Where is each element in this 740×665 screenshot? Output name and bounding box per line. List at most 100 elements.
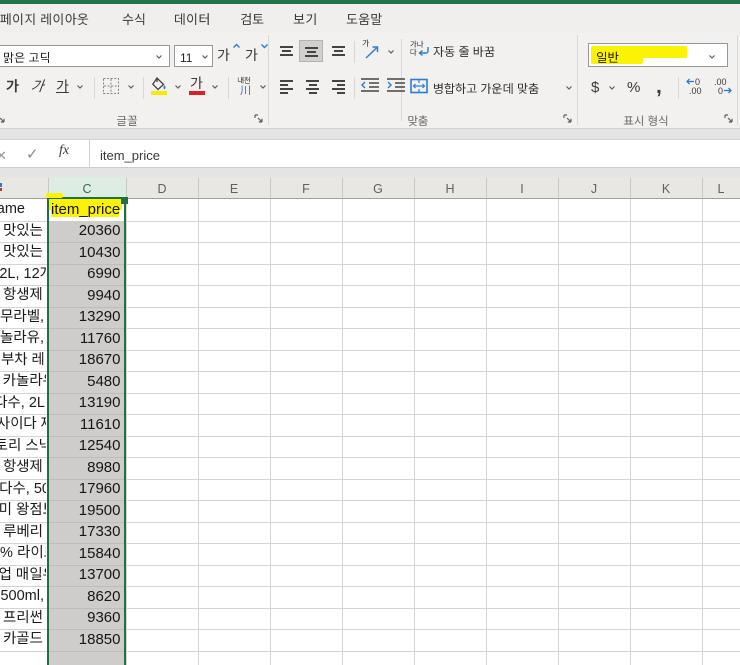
grow-font-button[interactable]: 가	[217, 42, 241, 66]
phonetic-dropdown-icon[interactable]	[259, 84, 267, 90]
column-header-K[interactable]: K	[630, 177, 702, 198]
font-dialog-launcher[interactable]	[254, 114, 264, 124]
cell-b19[interactable]: 500ml,	[0, 586, 46, 608]
cell-b11[interactable]: 사이다 제	[0, 414, 46, 436]
font-color-button[interactable]: 가	[189, 73, 207, 97]
number-format-dropdown-icon[interactable]	[708, 54, 716, 60]
decrease-decimal-button[interactable]: .00 0	[712, 77, 736, 97]
column-header-D[interactable]: D	[126, 177, 198, 198]
cell-b18[interactable]: 업 매일우	[0, 565, 46, 587]
column-header-H[interactable]: H	[414, 177, 486, 198]
cell-b8[interactable]: 부차 레	[0, 350, 46, 372]
cell-b10[interactable]: 다수, 2L	[0, 393, 46, 415]
cell-c19[interactable]: 8620	[49, 585, 124, 608]
fill-color-button[interactable]	[151, 76, 171, 97]
increase-decimal-button[interactable]: 0.00	[685, 77, 709, 97]
font-color-dropdown-icon[interactable]	[211, 84, 219, 90]
cell-c3[interactable]: 10430	[49, 241, 124, 264]
cell-c13[interactable]: 8980	[49, 456, 124, 479]
column-header-G[interactable]: G	[342, 177, 414, 198]
formula-input[interactable]: item_price	[100, 145, 160, 164]
alignment-dialog-launcher[interactable]	[563, 114, 573, 124]
number-dialog-launcher[interactable]	[724, 114, 734, 124]
cell-b15[interactable]: 미 왕점보	[0, 500, 46, 522]
cell-c15[interactable]: 19500	[49, 499, 124, 522]
tab-data[interactable]: 데이터	[174, 4, 210, 33]
cell-c18[interactable]: 13700	[49, 563, 124, 587]
cell-b12[interactable]: 토리 스낵	[0, 436, 46, 458]
merge-center-dropdown-icon[interactable]	[565, 85, 573, 91]
cell-b9[interactable]: 카놀라유	[0, 371, 46, 393]
fill-color-dropdown-icon[interactable]	[174, 84, 182, 90]
cell-c20[interactable]: 9360	[49, 606, 124, 630]
borders-dropdown-icon[interactable]	[127, 84, 135, 90]
tab-view[interactable]: 보기	[293, 4, 317, 33]
column-header-J[interactable]: J	[558, 177, 630, 198]
cell-b7[interactable]: 놀라유,	[0, 328, 46, 350]
cell-c7[interactable]: 11760	[49, 327, 124, 350]
comma-style-button[interactable]: ,	[656, 70, 662, 100]
orientation-button[interactable]: 가	[362, 38, 384, 63]
shrink-font-button[interactable]: 가	[245, 42, 269, 66]
cell-c14[interactable]: 17960	[49, 477, 124, 501]
currency-dropdown-icon[interactable]	[608, 85, 616, 91]
column-header-I[interactable]: I	[486, 177, 558, 198]
cell-b16[interactable]: 루베리	[0, 522, 46, 544]
borders-button[interactable]	[102, 77, 122, 97]
column-header-separator	[126, 178, 127, 197]
decrease-indent-button[interactable]	[360, 77, 382, 97]
cell-c5[interactable]: 9940	[49, 284, 124, 307]
currency-format-button[interactable]: $	[591, 76, 621, 98]
underline-dropdown-icon[interactable]	[76, 84, 84, 90]
number-format-combobox[interactable]: 일반	[588, 43, 728, 67]
column-header-E[interactable]: E	[198, 177, 270, 198]
cell-b20[interactable]: 프리썬	[0, 608, 46, 630]
cell-b4[interactable]: 2L, 12개	[0, 264, 46, 286]
cell-c4[interactable]: 6990	[49, 262, 124, 286]
phonetic-guide-button[interactable]: 내천 川	[237, 75, 257, 98]
cell-c9[interactable]: 5480	[49, 370, 124, 393]
underline-button[interactable]: 가	[56, 76, 74, 96]
font-size-dropdown-icon[interactable]	[201, 54, 209, 60]
font-name-combobox[interactable]: 맑은 고딕	[0, 45, 170, 67]
font-name-dropdown-icon[interactable]	[155, 54, 163, 60]
cell-c21[interactable]: 18850	[49, 628, 124, 651]
cell-b17[interactable]: % 라이트	[0, 543, 46, 565]
bold-button[interactable]: 가	[6, 76, 19, 96]
cell-c1[interactable]: item_price	[49, 197, 124, 221]
formula-cancel-button[interactable]: ✕	[0, 145, 7, 164]
cell-b3[interactable]: 맛있는	[0, 242, 46, 264]
align-middle-button[interactable]	[299, 40, 323, 62]
tab-help[interactable]: 도움말	[346, 4, 382, 33]
cell-b2[interactable]: 맛있는	[0, 221, 46, 243]
percent-style-button[interactable]: %	[627, 76, 640, 97]
cell-c6[interactable]: 13290	[49, 305, 124, 329]
cell-b1[interactable]: item_name	[0, 199, 46, 221]
tab-formulas[interactable]: 수식	[122, 4, 146, 33]
merge-center-label: 병합하고 가운데 맞춤	[433, 80, 540, 97]
cell-b5[interactable]: 항생제	[0, 285, 46, 307]
increase-indent-button[interactable]	[386, 77, 408, 97]
cell-c8[interactable]: 18670	[49, 348, 124, 372]
cell-c11[interactable]: 11610	[49, 413, 124, 436]
cell-c17[interactable]: 15840	[49, 542, 124, 565]
column-header-F[interactable]: F	[270, 177, 342, 198]
cell-c2[interactable]: 20360	[49, 219, 124, 243]
cell-c16[interactable]: 17330	[49, 520, 124, 544]
column-header-L[interactable]: L	[702, 177, 740, 198]
font-size-combobox[interactable]: 11	[174, 45, 213, 67]
tab-review[interactable]: 검토	[240, 4, 264, 33]
column-header-B[interactable]	[0, 177, 48, 198]
italic-button[interactable]: 가	[30, 76, 46, 96]
insert-function-button[interactable]: fx	[59, 143, 69, 159]
cell-c12[interactable]: 12540	[49, 434, 124, 458]
orientation-dropdown-icon[interactable]	[387, 49, 395, 55]
cell-b21[interactable]: 카골드	[0, 629, 46, 651]
formula-enter-button[interactable]: ✓	[26, 143, 39, 164]
ribbon: 맑은 고딕 11 가 가 가 가 가 가 내천 川 글꼴 가 가나 다 자동 줄 바꿈 병합하고 가운데 맞춤…	[0, 33, 740, 129]
cell-b13[interactable]: 항생제	[0, 457, 46, 479]
cell-b14[interactable]: 다수, 50	[0, 479, 46, 501]
tab-page-layout[interactable]: 페이지 레이아웃	[0, 4, 89, 33]
cell-c10[interactable]: 13190	[49, 391, 124, 415]
cell-b6[interactable]: 무라벨,	[0, 307, 46, 329]
